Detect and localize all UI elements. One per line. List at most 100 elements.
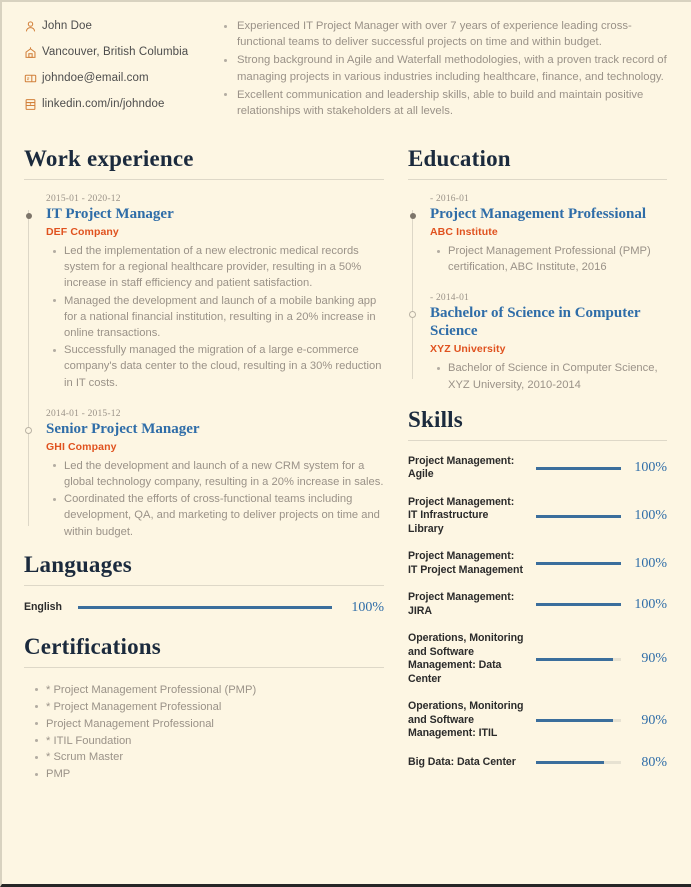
resume-header: John Doe Vancouver, British Columbia joh…	[2, 2, 691, 128]
skill-row: Project Management: JIRA 100%	[408, 591, 667, 618]
skill-bar-track	[536, 603, 621, 607]
contact-item-email: johndoe@email.com	[24, 70, 206, 86]
languages-title: Languages	[24, 551, 132, 577]
summary-point: Experienced IT Project Manager with over…	[224, 18, 667, 50]
language-bar-fill	[78, 606, 332, 610]
section-education: Education - 2016-01 Project Management P…	[408, 146, 667, 393]
skill-bar-track	[536, 562, 621, 566]
summary-block: Experienced IT Project Manager with over…	[206, 16, 667, 122]
work-entry-point: Coordinated the efforts of cross-functio…	[53, 491, 384, 540]
skill-bar-fill	[536, 466, 621, 470]
section-divider	[24, 666, 384, 668]
education-entry-date: - 2016-01	[430, 194, 470, 204]
skill-label: Operations, Monitoring and Software Mana…	[408, 700, 524, 740]
section-divider	[408, 179, 667, 180]
skill-label: Project Management: IT Infrastructure Li…	[408, 495, 515, 535]
skill-label: Project Management: Agile	[408, 454, 515, 481]
skill-bar-fill	[536, 514, 621, 518]
education-entry: - 2014-01 Bachelor of Science in Compute…	[408, 293, 667, 392]
skill-label: Project Management: IT Project Managemen…	[408, 550, 523, 576]
timeline-marker-hollow-icon	[408, 311, 416, 319]
list-item: * ITIL Foundation	[35, 733, 384, 749]
timeline-marker-hollow-icon	[24, 426, 32, 434]
skill-label: Project Management: JIRA	[408, 591, 515, 617]
right-column: Education - 2016-01 Project Management P…	[384, 146, 667, 787]
skill-row: Project Management: Agile 100%	[408, 455, 667, 482]
work-entry-title: Senior Project Manager	[46, 420, 200, 437]
work-experience-title: Work experience	[24, 146, 194, 171]
education-entry-date: - 2014-01	[430, 293, 470, 304]
education-entry: - 2016-01 Project Management Professiona…	[409, 194, 667, 275]
skill-percent: 80%	[641, 754, 667, 770]
skill-row: Big Data: Data Center 80%	[408, 755, 667, 771]
contact-location-text: Vancouver, British Columbia	[42, 46, 189, 58]
linkedin-icon	[24, 98, 42, 111]
language-bar	[68, 606, 344, 610]
list-item: * Scrum Master	[35, 749, 384, 765]
work-experience-timeline: 2015-01 - 2020-12 IT Project Manager DEF…	[24, 194, 384, 540]
section-divider	[408, 439, 667, 441]
list-item: PMP	[35, 766, 384, 782]
work-entry: 2014-01 - 2015-12 Senior Project Manager…	[24, 408, 384, 540]
skills-title: Skills	[408, 406, 463, 432]
skill-bar-fill	[536, 719, 613, 723]
section-skills: Skills Project Management: Agile 100% Pr…	[408, 407, 667, 771]
education-entry-point: Project Management Professional (PMP) ce…	[437, 243, 667, 275]
timeline-marker-filled-icon	[409, 213, 416, 219]
education-entry-title: Project Management Professional	[430, 206, 647, 222]
contact-item-name: John Doe	[24, 18, 206, 34]
skill-bar-fill	[536, 657, 613, 661]
work-entry-title: IT Project Manager	[46, 206, 174, 222]
left-column: Work experience 2015-01 - 2020-12 IT Pro…	[24, 146, 384, 787]
summary-point: Strong background in Agile and Waterfall…	[224, 52, 667, 84]
contact-name-text: John Doe	[42, 20, 93, 32]
language-percent: 100%	[351, 599, 384, 615]
skill-bar-fill	[536, 562, 621, 566]
skill-bar	[526, 466, 629, 470]
work-entry-organization: DEF Company	[46, 226, 119, 238]
skill-row: Operations, Monitoring and Software Mana…	[408, 700, 667, 741]
skill-bar-track	[536, 466, 621, 470]
work-entry: 2015-01 - 2020-12 IT Project Manager DEF…	[25, 194, 384, 391]
timeline-marker-filled-icon	[25, 213, 32, 219]
skill-bar	[526, 603, 629, 607]
work-entry-date: 2014-01 - 2015-12	[46, 408, 121, 419]
skill-percent: 90%	[641, 712, 667, 728]
summary-point: Excellent communication and leadership s…	[224, 87, 667, 119]
skill-bar-track	[536, 719, 621, 723]
section-divider	[24, 584, 384, 586]
email-icon	[24, 72, 42, 85]
contact-item-linkedin[interactable]: linkedin.com/in/johndoe	[24, 96, 206, 112]
contact-item-location: Vancouver, British Columbia	[24, 44, 206, 60]
resume-page: John Doe Vancouver, British Columbia joh…	[2, 2, 691, 787]
location-icon	[24, 46, 42, 59]
skill-percent: 100%	[634, 555, 667, 571]
section-divider	[24, 179, 384, 180]
skill-percent: 100%	[634, 596, 667, 612]
section-certifications: Certifications * Project Management Prof…	[24, 634, 384, 783]
contact-block: John Doe Vancouver, British Columbia joh…	[24, 16, 206, 122]
section-languages: Languages English 100%	[24, 552, 384, 616]
skill-bar	[526, 562, 629, 566]
language-row: English 100%	[24, 600, 384, 616]
education-title: Education	[408, 146, 511, 171]
skill-bar	[526, 761, 629, 765]
resume-body: Work experience 2015-01 - 2020-12 IT Pro…	[2, 128, 691, 787]
skill-bar-fill	[536, 603, 621, 607]
skill-percent: 90%	[641, 651, 667, 667]
skill-bar	[526, 657, 629, 661]
person-icon	[24, 20, 42, 33]
language-label: English	[24, 601, 62, 614]
skill-percent: 100%	[634, 508, 667, 524]
education-entry-organization: XYZ University	[430, 343, 506, 356]
section-work-experience: Work experience 2015-01 - 2020-12 IT Pro…	[24, 146, 384, 540]
list-item: * Project Management Professional	[35, 699, 384, 715]
contact-linkedin-text: linkedin.com/in/johndoe	[42, 98, 165, 110]
skill-bar-track	[536, 761, 621, 765]
skill-percent: 100%	[634, 460, 667, 476]
skill-bar	[526, 719, 629, 723]
work-entry-date: 2015-01 - 2020-12	[46, 194, 121, 204]
skill-bar-track	[536, 657, 621, 661]
skill-bar-track	[536, 514, 621, 518]
list-item: Project Management Professional	[35, 716, 384, 732]
